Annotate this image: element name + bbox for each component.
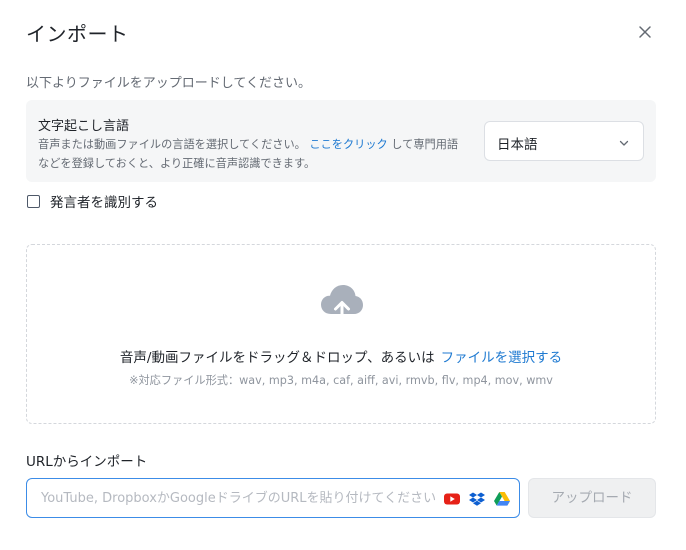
speaker-identification-checkbox[interactable]: 発言者を識別する	[27, 192, 158, 211]
cloud-upload-icon	[320, 283, 364, 323]
chevron-down-icon	[617, 135, 631, 149]
file-dropzone[interactable]: 音声/動画ファイルをドラッグ＆ドロップ、あるいは ファイルを選択する ※対応ファイ…	[26, 244, 656, 424]
upload-button[interactable]: アップロード	[528, 478, 656, 518]
source-icons	[443, 491, 511, 507]
dropzone-text: 音声/動画ファイルをドラッグ＆ドロップ、あるいは	[119, 350, 435, 366]
register-terms-link[interactable]: ここをクリック	[309, 138, 387, 151]
checkbox-box[interactable]	[27, 194, 40, 208]
close-icon[interactable]	[632, 19, 658, 45]
url-import-label: URLからインポート	[26, 454, 148, 470]
dropbox-icon[interactable]	[468, 491, 486, 507]
dropzone-instruction: 音声/動画ファイルをドラッグ＆ドロップ、あるいは ファイルを選択する	[27, 346, 655, 366]
language-desc-before: 音声または動画ファイルの言語を選択してください。	[38, 138, 306, 151]
language-panel: 文字起こし言語 音声または動画ファイルの言語を選択してください。 ここをクリック…	[26, 100, 656, 182]
language-title: 文字起こし言語	[38, 119, 130, 134]
speaker-identification-label: 発言者を識別する	[50, 195, 158, 211]
supported-formats: ※対応ファイル形式：wav, mp3, m4a, caf, aiff, avi,…	[129, 374, 553, 387]
language-description: 音声または動画ファイルの言語を選択してください。 ここをクリック して専門用語な…	[38, 135, 468, 173]
select-file-link[interactable]: ファイルを選択する	[441, 350, 563, 366]
dialog-title: インポート	[26, 22, 129, 46]
import-dialog: インポート 以下よりファイルをアップロードしてください。 文字起こし言語 音声ま…	[0, 0, 686, 550]
youtube-icon[interactable]	[443, 491, 461, 507]
dialog-subtitle: 以下よりファイルをアップロードしてください。	[26, 76, 311, 91]
url-input-wrapper	[26, 478, 520, 518]
google-drive-icon[interactable]	[493, 491, 511, 507]
language-select-value: 日本語	[497, 137, 538, 153]
language-select[interactable]: 日本語	[484, 121, 644, 161]
url-input[interactable]	[27, 479, 437, 517]
